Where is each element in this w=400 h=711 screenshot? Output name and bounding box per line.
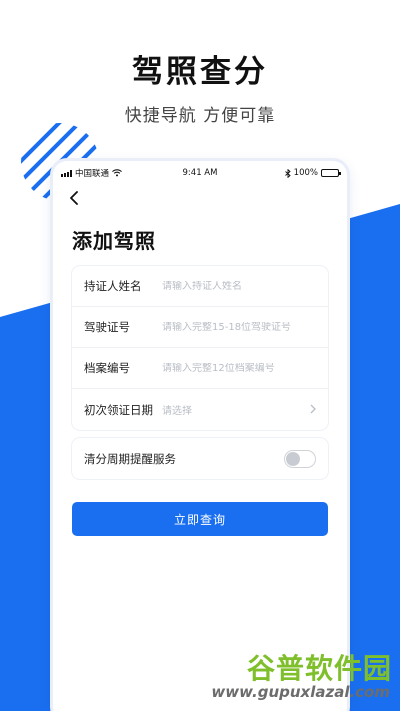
license-form: 持证人姓名 驾驶证号 档案编号 初次领证日期 请选择 [72, 266, 328, 430]
first-issue-date-row[interactable]: 初次领证日期 请选择 [72, 389, 328, 430]
query-now-button[interactable]: 立即查询 [72, 502, 328, 536]
name-label: 持证人姓名 [84, 279, 142, 293]
watermark-url: www.gupuxlazal.com [211, 683, 390, 701]
bluetooth-icon [284, 168, 291, 178]
license-number-row: 驾驶证号 [72, 307, 328, 348]
wifi-icon [112, 169, 122, 177]
file-number-input[interactable] [162, 362, 316, 374]
back-button[interactable] [65, 189, 83, 207]
toggle-knob [286, 451, 300, 466]
name-input[interactable] [162, 280, 316, 292]
first-issue-date-select[interactable]: 请选择 [162, 402, 316, 417]
battery-icon [320, 169, 341, 177]
site-watermark: 谷普软件园 www.gupuxlazal.com [210, 647, 394, 705]
license-number-input[interactable] [162, 321, 316, 333]
page-title: 添加驾照 [72, 229, 156, 253]
status-time: 9:41 AM [182, 168, 218, 178]
reminder-service-row: 清分周期提醒服务 [72, 438, 328, 479]
status-bar: 中国联通 9:41 AM 100% [53, 161, 347, 185]
battery-percent: 100% [293, 168, 318, 178]
phone-mockup: 中国联通 9:41 AM 100% 添加驾照 持证人姓名 驾驶证号 [53, 161, 347, 711]
signal-icon [61, 169, 72, 177]
watermark-title: 谷普软件园 [246, 652, 392, 685]
file-number-label: 档案编号 [84, 361, 130, 375]
name-row: 持证人姓名 [72, 266, 328, 307]
reminder-service-toggle[interactable] [284, 449, 316, 468]
file-number-row: 档案编号 [72, 348, 328, 389]
chevron-right-icon [310, 404, 316, 414]
first-issue-date-label: 初次领证日期 [84, 402, 153, 417]
license-number-label: 驾驶证号 [84, 320, 130, 334]
carrier-label: 中国联通 [75, 169, 110, 179]
reminder-service-label: 清分周期提醒服务 [84, 451, 176, 466]
promo-title: 驾照查分 [132, 54, 268, 90]
chevron-left-icon [70, 191, 78, 205]
